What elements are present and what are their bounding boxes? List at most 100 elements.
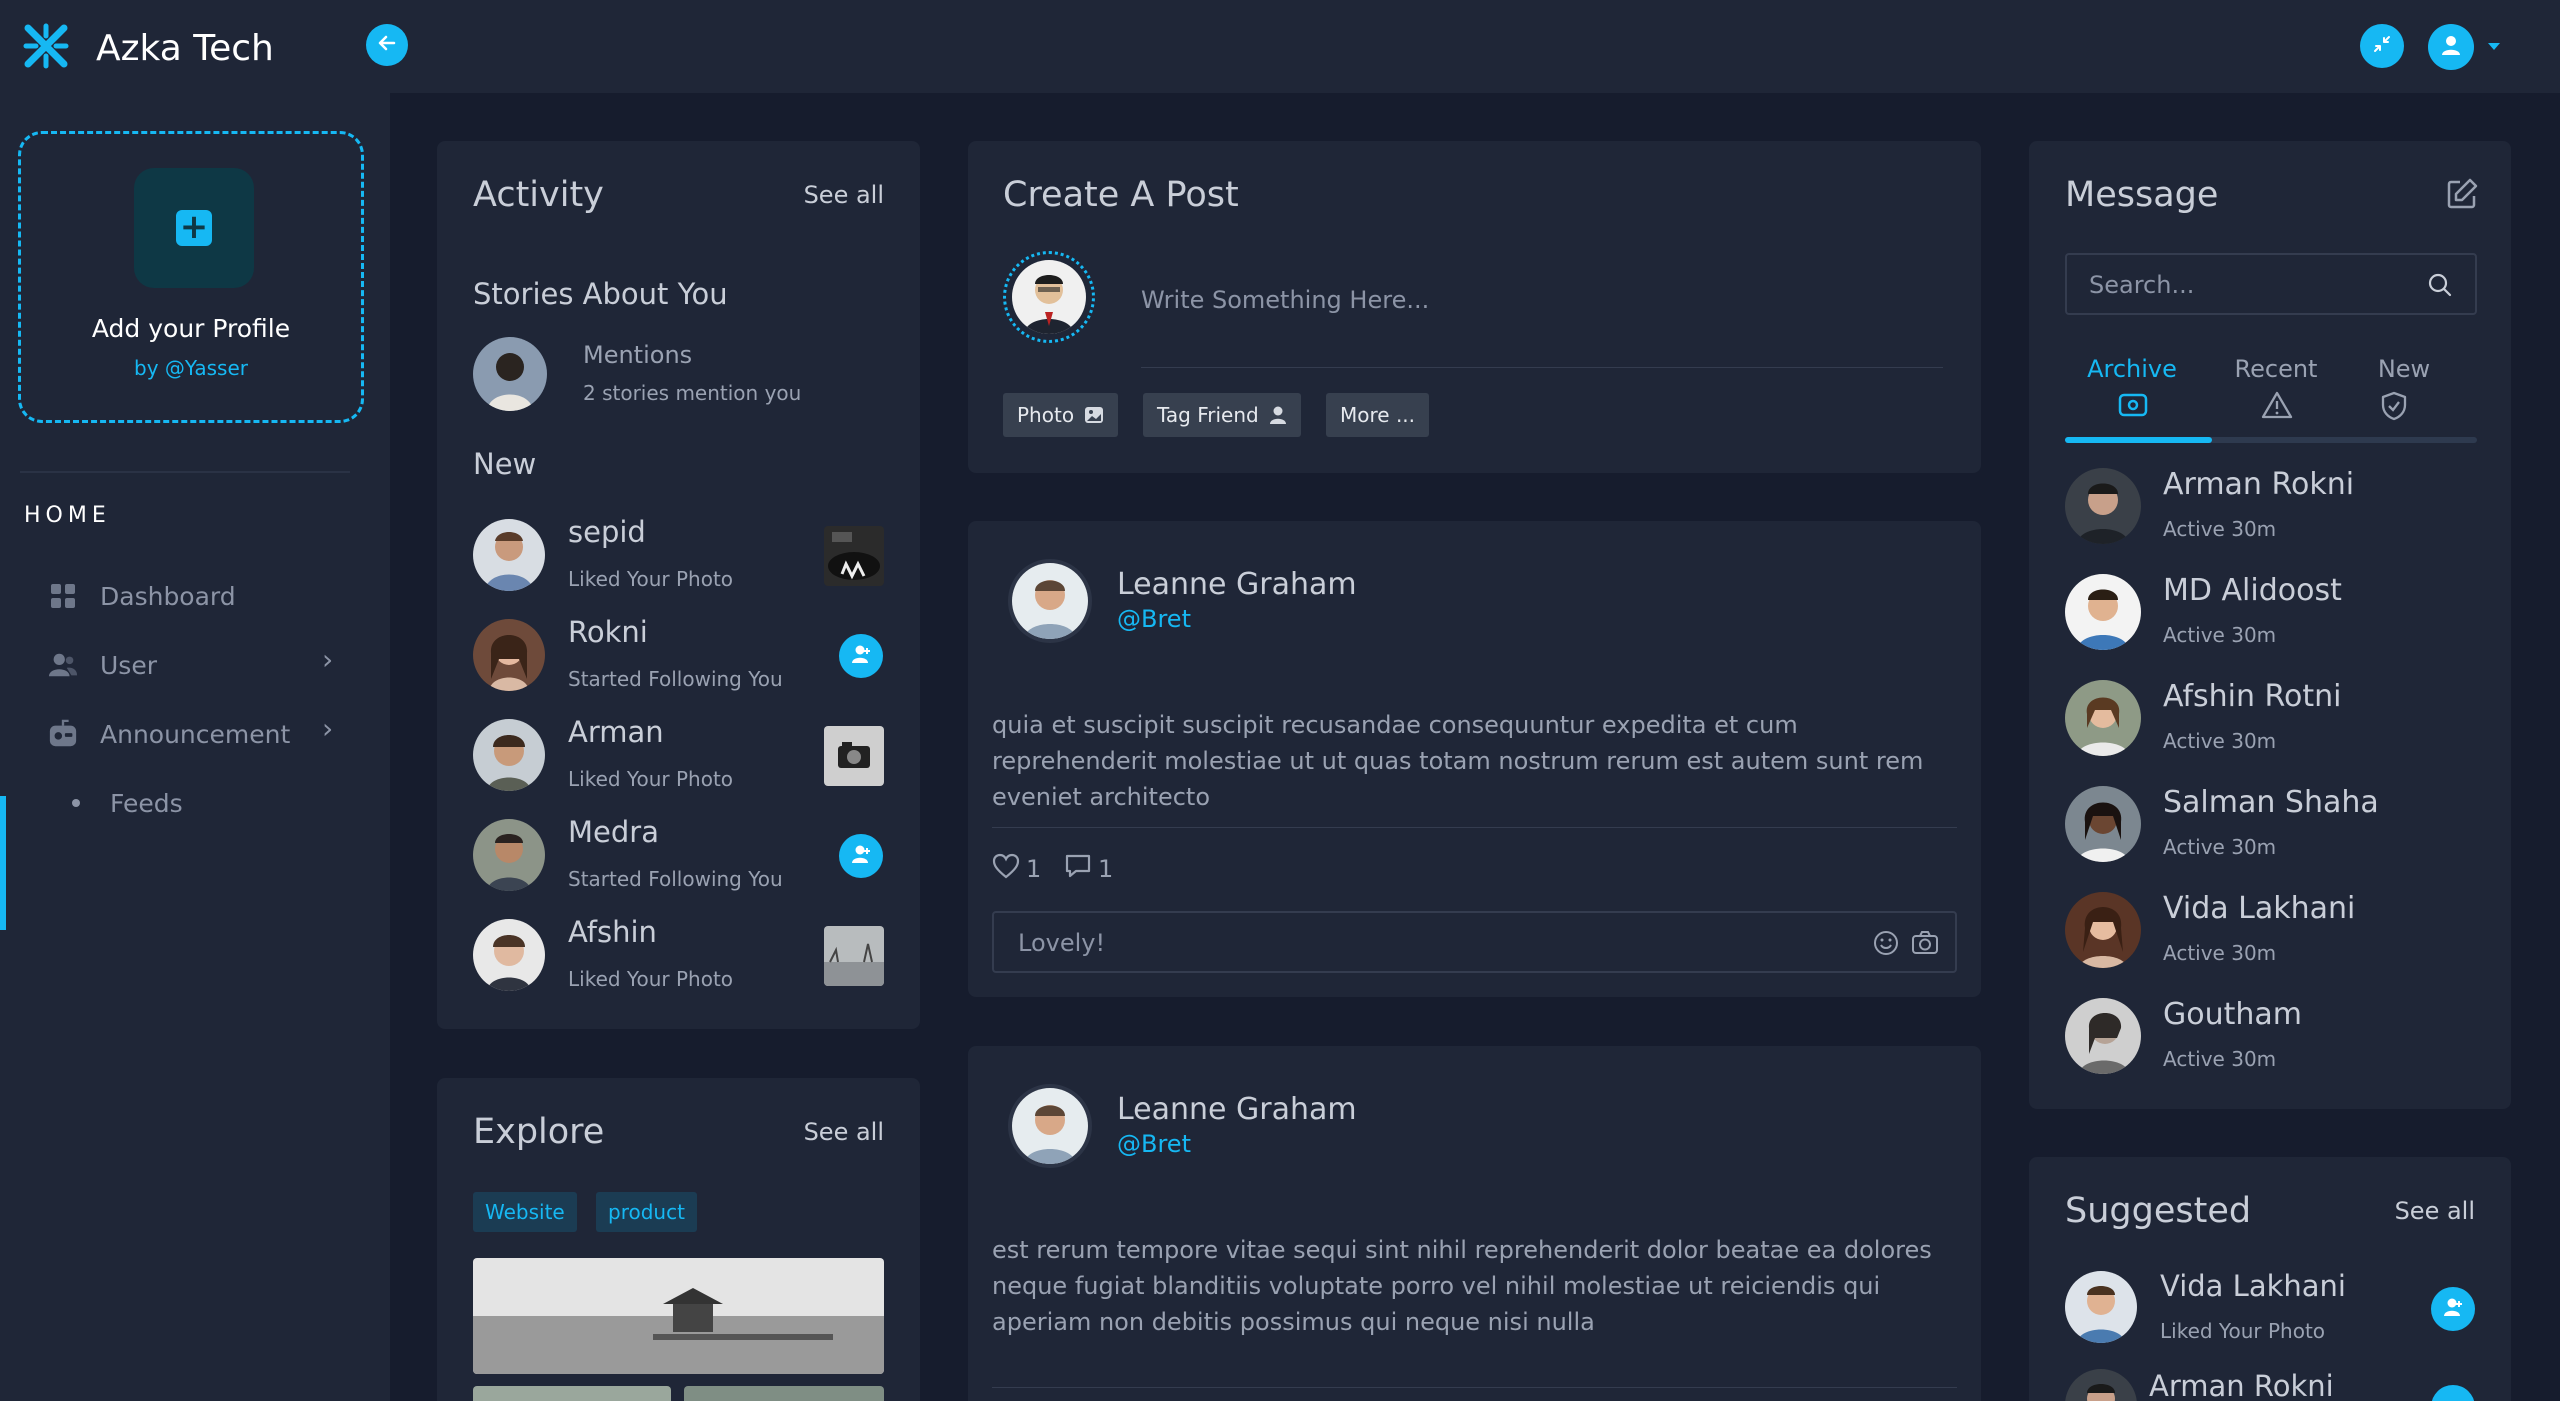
contact-name[interactable]: Vida Lakhani [2163, 891, 2355, 926]
sidebar-item-dashboard[interactable]: Dashboard [48, 576, 236, 616]
caret-down-icon[interactable] [2486, 38, 2502, 57]
shield-check-icon [2380, 391, 2408, 425]
image-icon [1084, 406, 1104, 424]
comment-button[interactable]: 1 [1064, 853, 1113, 885]
contact-name[interactable]: Salman Shaha [2163, 785, 2379, 820]
message-card: Message Search... Archive Recent New Arm… [2029, 141, 2511, 1109]
emoji-icon[interactable] [1873, 930, 1899, 960]
more-options-button[interactable]: More ... [1326, 393, 1430, 437]
message-search-input[interactable]: Search... [2065, 253, 2477, 315]
post-input[interactable]: Write Something Here... [1141, 286, 1429, 314]
photo-thumbnail[interactable] [824, 526, 884, 586]
user-add-icon [850, 643, 872, 669]
sidebar-item-label: User [100, 650, 157, 680]
add-profile-button[interactable]: + [134, 168, 254, 288]
explore-see-all-link[interactable]: See all [804, 1118, 884, 1146]
post-author-name[interactable]: Leanne Graham [1117, 1092, 1357, 1127]
section-label-home: HOME [24, 503, 111, 528]
activity-action: Started Following You [568, 867, 783, 891]
contact-name[interactable]: Goutham [2163, 997, 2302, 1032]
avatar[interactable] [2065, 574, 2141, 650]
post-author-name[interactable]: Leanne Graham [1117, 567, 1357, 602]
archive-icon [2118, 391, 2148, 423]
chevron-right-icon[interactable]: › [322, 643, 333, 676]
search-icon[interactable] [2427, 272, 2453, 302]
collapse-sidebar-button[interactable] [366, 24, 408, 66]
like-button[interactable]: 1 [992, 853, 1041, 885]
sidebar-item-announcement[interactable]: Announcement [48, 714, 290, 754]
fullscreen-button[interactable] [2360, 24, 2404, 68]
sidebar-item-label: Feeds [110, 788, 183, 818]
avatar[interactable] [473, 337, 547, 411]
chevron-right-icon[interactable]: › [322, 712, 333, 745]
explore-image[interactable] [473, 1258, 884, 1374]
avatar[interactable] [473, 919, 545, 991]
user-icon [1269, 405, 1287, 425]
suggested-see-all-link[interactable]: See all [2395, 1197, 2475, 1225]
follow-button[interactable] [2431, 1287, 2475, 1331]
tab-new[interactable]: New [2344, 355, 2464, 383]
announcement-icon [48, 719, 78, 749]
activity-name[interactable]: sepid [568, 515, 646, 549]
activity-name[interactable]: Rokni [568, 615, 648, 649]
tab-recent[interactable]: Recent [2216, 355, 2336, 383]
compose-icon[interactable] [2445, 177, 2479, 215]
photo-button[interactable]: Photo [1003, 393, 1119, 437]
avatar[interactable] [473, 619, 545, 691]
activity-name[interactable]: Afshin [568, 915, 657, 949]
warning-icon [2261, 391, 2293, 423]
avatar[interactable] [2065, 998, 2141, 1074]
follow-back-button[interactable] [839, 834, 883, 878]
sidebar-item-user[interactable]: User [48, 645, 157, 685]
post-author-avatar[interactable] [1008, 559, 1092, 643]
avatar[interactable] [2065, 1271, 2137, 1343]
create-post-card: Create A Post Write Something Here... Ph… [968, 141, 1981, 473]
tag-website[interactable]: Website [473, 1192, 577, 1232]
avatar[interactable] [473, 519, 545, 591]
mentions-title: Mentions [583, 341, 693, 369]
divider [992, 827, 1957, 828]
tag-product[interactable]: product [596, 1192, 697, 1232]
profile-subtitle: by @Yasser [134, 356, 248, 380]
add-profile-card[interactable]: + Add your Profile by @Yasser [18, 131, 364, 423]
activity-see-all-link[interactable]: See all [804, 181, 884, 209]
avatar[interactable] [2065, 786, 2141, 862]
avatar[interactable] [2065, 1369, 2137, 1401]
contact-status: Active 30m [2163, 729, 2277, 753]
contact-name[interactable]: MD Alidoost [2163, 573, 2342, 608]
avatar[interactable] [473, 819, 545, 891]
activity-name[interactable]: Arman [568, 715, 664, 749]
comment-input[interactable]: Lovely! [992, 911, 1957, 973]
tag-friend-button[interactable]: Tag Friend [1143, 393, 1301, 437]
profile-title: Add your Profile [91, 314, 291, 343]
brand[interactable]: Azka Tech [22, 22, 274, 74]
user-menu-avatar[interactable] [2428, 24, 2474, 70]
tab-archive[interactable]: Archive [2072, 355, 2192, 383]
post-author-handle[interactable]: @Bret [1117, 605, 1191, 633]
user-add-icon [2442, 1296, 2464, 1322]
post-card: Leanne Graham @Bret est rerum tempore vi… [968, 1046, 1981, 1401]
activity-name[interactable]: Medra [568, 815, 659, 849]
contact-name[interactable]: Afshin Rotni [2163, 679, 2342, 714]
contact-name[interactable]: Arman Rokni [2163, 467, 2354, 502]
suggested-name[interactable]: Arman Rokni [2149, 1369, 2334, 1401]
follow-back-button[interactable] [839, 634, 883, 678]
suggested-name[interactable]: Vida Lakhani [2160, 1269, 2346, 1303]
avatar[interactable] [473, 719, 545, 791]
avatar[interactable] [2065, 468, 2141, 544]
dashboard-icon [48, 581, 78, 611]
avatar[interactable] [2065, 892, 2141, 968]
post-author-handle[interactable]: @Bret [1117, 1130, 1191, 1158]
camera-icon[interactable] [1911, 930, 1939, 960]
follow-button[interactable] [2431, 1385, 2475, 1401]
sidebar-divider [20, 471, 350, 473]
avatar[interactable] [2065, 680, 2141, 756]
sidebar-item-feeds[interactable]: Feeds [72, 783, 183, 823]
tab-recent-label: Recent [2234, 355, 2318, 383]
my-avatar[interactable] [1003, 251, 1095, 343]
explore-image[interactable] [473, 1386, 671, 1401]
explore-image[interactable] [684, 1386, 884, 1401]
photo-thumbnail[interactable] [824, 726, 884, 786]
photo-thumbnail[interactable] [824, 926, 884, 986]
post-author-avatar[interactable] [1008, 1084, 1092, 1168]
